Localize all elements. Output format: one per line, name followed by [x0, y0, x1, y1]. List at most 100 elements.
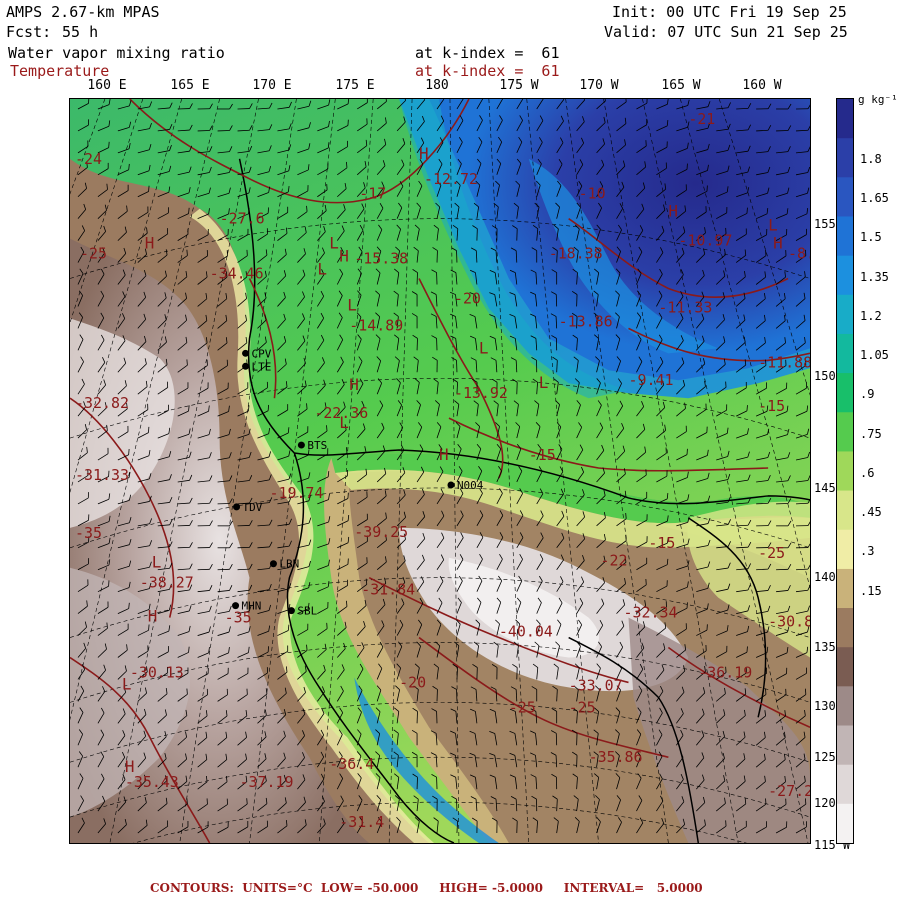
contour-label: -35	[75, 524, 102, 542]
colorbar-swatch	[837, 686, 853, 727]
contour-label: -32.82	[75, 394, 129, 412]
longitude-label: 160 E	[87, 78, 127, 93]
forecast-label: Fcst:	[6, 23, 52, 41]
pressure-mark: L	[479, 338, 489, 357]
contour-label: -13.86	[559, 312, 613, 330]
contour-label: -15	[529, 446, 556, 464]
contour-label: -25	[569, 698, 596, 716]
contour-label: -12.72	[424, 170, 478, 188]
station-label: MHN	[242, 600, 262, 613]
colorbar-swatch	[837, 529, 853, 570]
contour-label: -15	[648, 534, 675, 552]
forecast-hours: 55 h	[62, 23, 99, 41]
contour-label: -27.6	[220, 210, 265, 228]
field-1-name: Water vapor mixing ratio	[8, 44, 225, 62]
colorbar-swatch	[837, 647, 853, 688]
pressure-mark: L	[347, 295, 357, 314]
colorbar-swatch	[837, 568, 853, 609]
init-time: Init: 00 UTC Fri 19 Sep 25	[612, 3, 847, 21]
colorbar-swatch	[837, 412, 853, 453]
station-label: CPV	[252, 347, 272, 360]
contour-label: -34.46	[210, 265, 264, 283]
longitude-label: 170 W	[579, 78, 619, 93]
station-label: LBN	[279, 558, 299, 571]
contour-label: -8.0	[788, 245, 811, 263]
colorbar-swatch	[837, 216, 853, 257]
contour-label: -15.38	[354, 250, 408, 268]
colorbar-swatch	[837, 725, 853, 766]
contour-label: -39.25	[354, 523, 408, 541]
contour-label: -30.83	[768, 613, 811, 631]
contour-label: -40.04	[499, 623, 553, 641]
station-dot	[242, 349, 250, 357]
contour-label: -20	[399, 673, 426, 691]
pressure-mark: H	[668, 202, 678, 221]
pressure-mark: H	[145, 234, 155, 253]
contour-label: -32.34	[624, 604, 678, 622]
pressure-mark: H	[339, 247, 349, 266]
colorbar-swatch	[837, 608, 853, 648]
colorbar-swatch	[837, 177, 853, 218]
pressure-mark: L	[122, 674, 132, 693]
longitude-label: 175 E	[335, 78, 375, 93]
station-label: TDV	[243, 501, 263, 514]
pressure-mark: L	[152, 553, 162, 572]
longitude-label: 165 W	[661, 78, 701, 93]
colorbar-swatch	[837, 138, 853, 178]
colorbar-label: .75	[860, 427, 882, 441]
forecast-map[interactable]: -24 -27.6 -25 -34.46 -32.82 -31.33 -35 -38.27 -3…	[69, 98, 811, 844]
contour-label: -18.38	[549, 245, 603, 263]
pressure-mark: H	[439, 445, 449, 464]
contour-label: -24	[75, 150, 102, 168]
colorbar-swatch	[837, 373, 853, 413]
contour-label: -36.4	[329, 755, 374, 773]
contour-label: -13.92	[454, 384, 508, 402]
colorbar-label: 1.05	[860, 348, 889, 362]
pressure-mark: H	[773, 234, 783, 253]
station-dot	[232, 602, 240, 610]
pressure-mark: L	[329, 234, 339, 253]
colorbar-label: .45	[860, 505, 882, 519]
longitude-label: 160 W	[742, 78, 782, 93]
colorbar-label: 1.35	[860, 270, 889, 284]
contour-label: -22	[601, 552, 628, 570]
station-dot	[287, 607, 295, 615]
colorbar-swatch	[837, 333, 853, 374]
contour-label: -27.25	[768, 782, 811, 800]
contour-label: -35.86	[589, 748, 643, 766]
pressure-mark: H	[419, 144, 429, 163]
contour-label: -11.88	[758, 353, 811, 371]
pressure-mark: L	[317, 260, 327, 279]
colorbar-label: .15	[860, 584, 882, 598]
station-label: LTE	[252, 360, 272, 373]
colorbar-label: 1.8	[860, 152, 882, 166]
colorbar-swatch	[837, 99, 853, 139]
longitude-label: 170 E	[252, 78, 292, 93]
station-dot	[297, 441, 305, 449]
colorbar-unit: g kg⁻¹	[858, 93, 898, 106]
colorbar-label: 1.2	[860, 309, 882, 323]
station-dot	[269, 560, 277, 568]
field-1-level: at k-index = 61	[415, 44, 560, 62]
longitude-label: 180	[425, 78, 449, 93]
contour-label: -33.07	[569, 676, 623, 694]
station-label: BTS	[307, 439, 327, 452]
longitude-label: 165 E	[170, 78, 210, 93]
contour-label: -19.74	[269, 484, 323, 502]
contour-label: -20	[454, 289, 481, 307]
contour-label: -9.41	[628, 371, 673, 389]
valid-time: Valid: 07 UTC Sun 21 Sep 25	[604, 23, 848, 41]
colorbar-swatch	[837, 294, 853, 335]
colorbar	[836, 98, 854, 844]
contour-label: -10.97	[678, 232, 732, 250]
colorbar-swatch	[837, 490, 853, 531]
contour-label: -14.89	[349, 316, 403, 334]
contour-label: -37.19	[240, 773, 294, 791]
pressure-mark: H	[349, 375, 359, 394]
contour-label: -31.84	[361, 581, 415, 599]
contour-label: -31.33	[75, 466, 129, 484]
colorbar-label: 1.65	[860, 191, 889, 205]
contour-label: -11.33	[658, 298, 712, 316]
contour-label: -25	[758, 544, 785, 562]
station-dot	[242, 362, 250, 370]
